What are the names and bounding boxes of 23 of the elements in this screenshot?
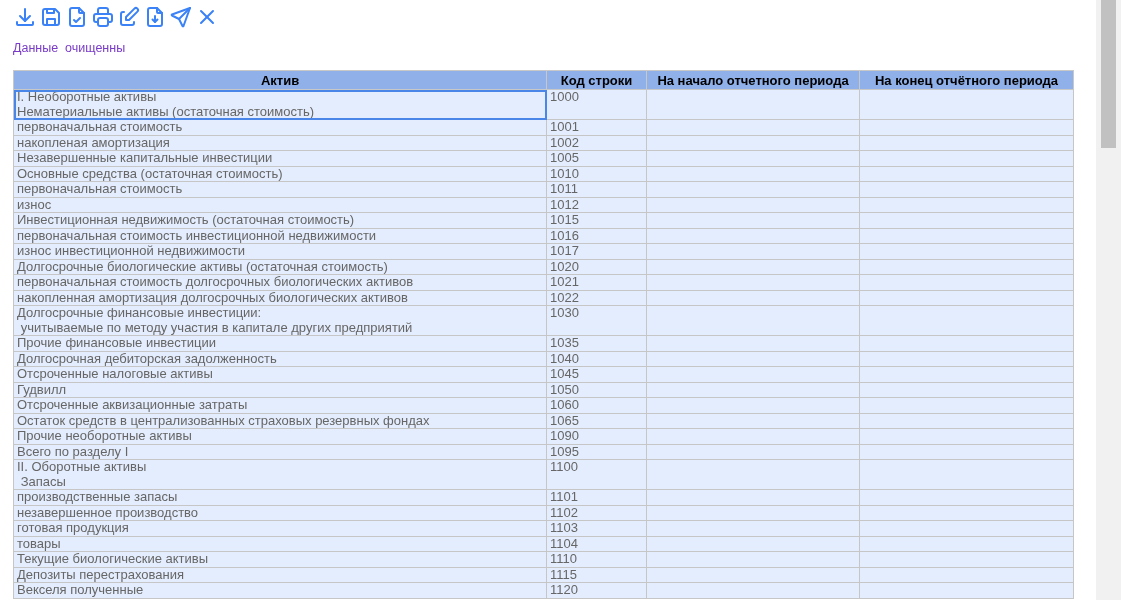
print-icon[interactable] [91,5,115,29]
scrollbar[interactable] [1096,0,1121,600]
table-cell[interactable] [859,89,1074,120]
table-cell[interactable] [859,459,1074,490]
table-cell[interactable] [646,459,860,490]
table-cell[interactable] [646,89,860,120]
download-icon[interactable] [13,5,37,29]
table-cell: 1000 [546,89,647,120]
table-cell[interactable]: Долгосрочные финансовые инвестиции: учитываемые по методу участия в капитале других предприятий [13,305,547,336]
table-cell[interactable]: I. Необоротные активы Нематериальные активы (остаточная стоимость) [13,89,547,120]
column-header: Код строки [546,70,647,90]
column-header: На начало отчетного периода [646,70,860,90]
send-icon[interactable] [169,5,193,29]
table-cell: 1030 [546,305,647,336]
save-icon[interactable] [39,5,63,29]
table-cell[interactable] [859,305,1074,336]
edit-icon[interactable] [117,5,141,29]
status-message: Данные очищенны [13,41,127,55]
table-cell[interactable] [646,305,860,336]
column-header: На конец отчётного периода [859,70,1074,90]
scrollbar-thumb[interactable] [1101,0,1116,148]
column-header: Актив [13,70,547,90]
table-cell: 1100 [546,459,647,490]
